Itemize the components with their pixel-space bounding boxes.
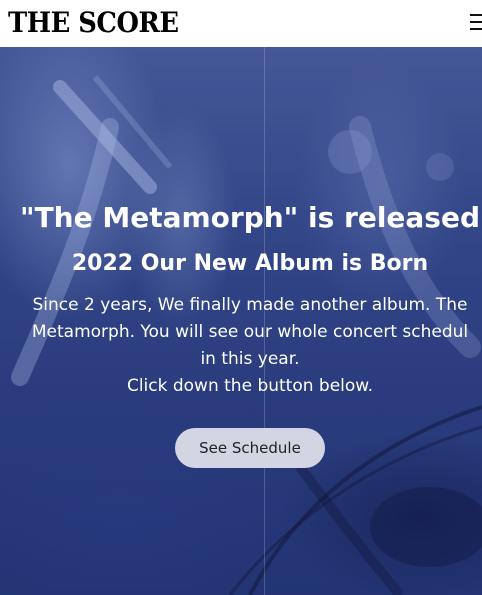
see-schedule-button[interactable]: See Schedule (175, 428, 325, 468)
hero-description-line: Since 2 years, We finally made another a… (32, 295, 468, 315)
hero-description-line: in this year. (200, 349, 300, 369)
hero-description-line: Metamorph. You will see our whole concer… (31, 322, 469, 342)
hamburger-menu-icon[interactable] (470, 13, 482, 31)
site-logo[interactable]: THE SCORE (8, 6, 179, 40)
site-header: THE SCORE (0, 0, 482, 47)
hero-description-line: Click down the button below. (126, 376, 374, 396)
hero-content: "The Metamorph" is released 2022 Our New… (0, 47, 482, 595)
hero-description: Since 2 years, We finally made another a… (0, 292, 482, 400)
hero-subtitle: 2022 Our New Album is Born (71, 251, 429, 276)
hero-title: "The Metamorph" is released (19, 201, 481, 234)
hero-section: "The Metamorph" is released 2022 Our New… (0, 47, 482, 595)
